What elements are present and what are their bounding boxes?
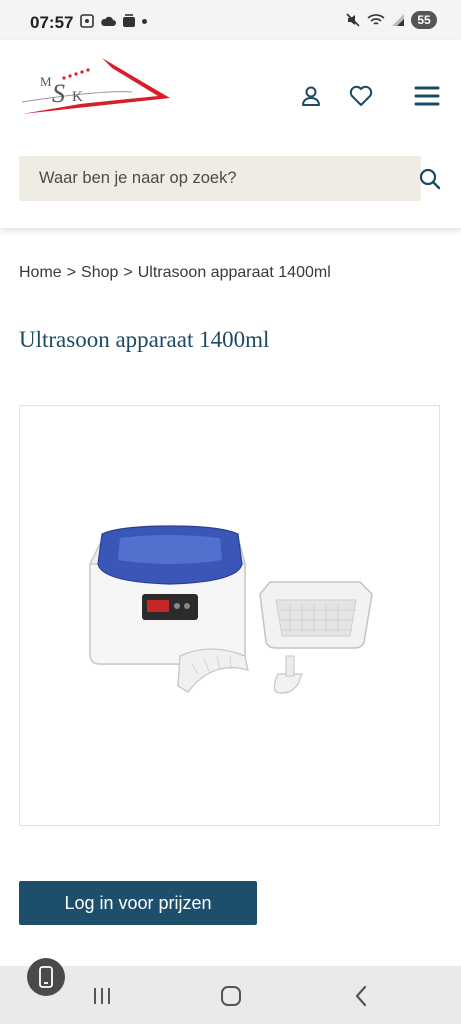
status-bar: 07:57 55 xyxy=(0,0,461,40)
svg-text:M: M xyxy=(40,74,52,89)
menu-icon[interactable] xyxy=(413,82,441,110)
screenshot-icon xyxy=(80,14,94,28)
page-title: Ultrasoon apparaat 1400ml xyxy=(19,327,270,352)
site-header: M S K xyxy=(0,40,461,228)
floating-phone-icon[interactable] xyxy=(27,958,65,996)
mute-icon xyxy=(346,13,360,27)
svg-text:S: S xyxy=(52,79,65,108)
product-image-frame[interactable] xyxy=(19,405,440,826)
signal-icon xyxy=(392,14,404,26)
search-bar xyxy=(19,156,421,201)
breadcrumb-separator: > xyxy=(66,264,77,281)
svg-text:K: K xyxy=(72,89,83,105)
recent-apps-icon[interactable] xyxy=(87,984,117,1008)
back-icon[interactable] xyxy=(346,984,376,1008)
notification-dot xyxy=(142,18,147,24)
search-input[interactable] xyxy=(19,156,419,201)
breadcrumb-home[interactable]: Home xyxy=(19,264,62,281)
search-icon[interactable] xyxy=(418,167,442,191)
home-icon[interactable] xyxy=(216,984,246,1008)
system-nav-bar xyxy=(0,966,461,1024)
wifi-icon xyxy=(367,14,385,25)
breadcrumb: Home > Shop > Ultrasoon apparaat 1400ml xyxy=(19,264,331,282)
msk-logo[interactable]: M S K xyxy=(20,56,175,118)
stack-icon xyxy=(123,14,135,27)
breadcrumb-separator: > xyxy=(123,264,133,281)
account-icon[interactable] xyxy=(297,82,325,110)
heart-icon[interactable] xyxy=(347,82,375,110)
breadcrumb-shop[interactable]: Shop xyxy=(81,264,118,281)
breadcrumb-current: Ultrasoon apparaat 1400ml xyxy=(137,264,331,281)
status-left-icons xyxy=(80,14,147,28)
ultrasonic-cleaner-image xyxy=(89,525,373,694)
status-time: 07:57 xyxy=(30,13,74,32)
status-right-icons: 55 xyxy=(345,11,437,29)
login-for-prices-button[interactable]: Log in voor prijzen xyxy=(19,881,257,925)
cloud-icon xyxy=(101,16,116,26)
battery-indicator: 55 xyxy=(411,11,437,29)
